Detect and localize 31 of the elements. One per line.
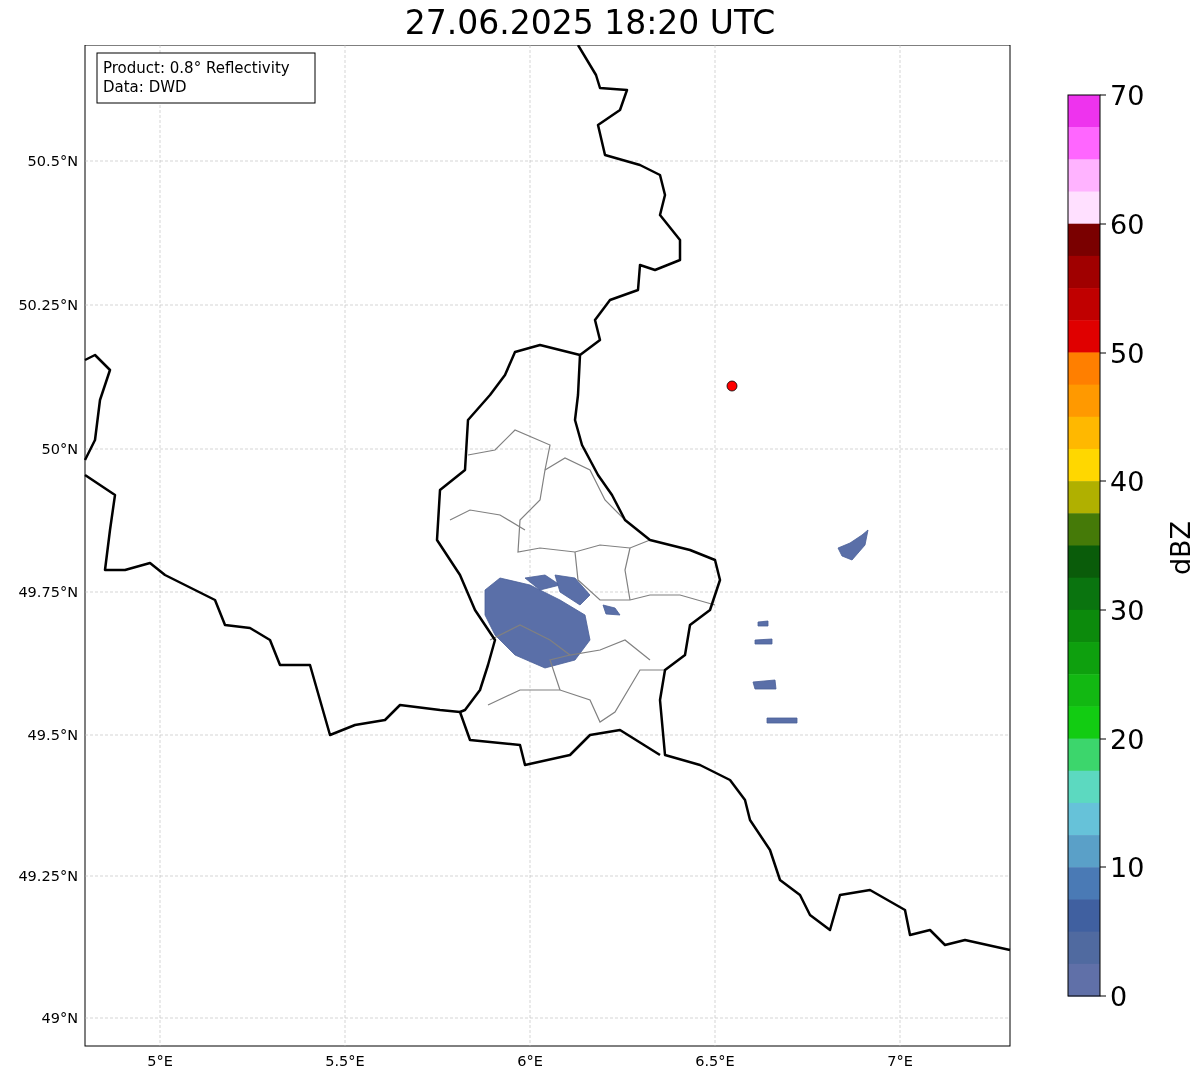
colorbar-tick-label: 70 xyxy=(1110,80,1145,111)
colorbar-tick-label: 60 xyxy=(1110,209,1145,240)
colorbar-tick-label: 0 xyxy=(1110,981,1128,1012)
latitude-label: 50.5°N xyxy=(27,153,78,169)
longitude-label: 6.5°E xyxy=(695,1053,735,1069)
longitude-label: 5.5°E xyxy=(325,1053,365,1069)
info-text: Data: DWD xyxy=(103,78,187,96)
chart-title: 27.06.2025 18:20 UTC xyxy=(404,6,776,39)
colorbar-tick-label: 30 xyxy=(1110,595,1145,626)
longitude-label: 6°E xyxy=(517,1053,543,1069)
reflectivity-echo xyxy=(602,604,621,616)
latitude-label: 49.25°N xyxy=(18,868,78,884)
reflectivity-echo xyxy=(752,679,777,690)
colorbar-tick-label: 50 xyxy=(1110,338,1145,369)
reflectivity-echo xyxy=(754,638,773,645)
colorbar-tick-label: 40 xyxy=(1110,466,1145,497)
info-text: Product: 0.8° Reflectivity xyxy=(103,59,290,77)
colorbar-tick-label: 20 xyxy=(1110,724,1145,755)
colorbar-label: dBZ xyxy=(1165,520,1196,576)
latitude-label: 49°N xyxy=(41,1010,78,1026)
reflectivity-echo xyxy=(757,620,769,627)
colorbar-tick-label: 10 xyxy=(1110,852,1145,883)
latitude-label: 50.25°N xyxy=(18,297,78,313)
reflectivity-echo xyxy=(766,717,798,724)
radar-site-marker xyxy=(726,380,738,392)
latitude-label: 49.75°N xyxy=(18,584,78,600)
longitude-label: 5°E xyxy=(147,1053,173,1069)
longitude-label: 7°E xyxy=(887,1053,913,1069)
latitude-label: 50°N xyxy=(41,441,78,457)
reflectivity-echo xyxy=(837,529,869,561)
latitude-label: 49.5°N xyxy=(27,727,78,743)
